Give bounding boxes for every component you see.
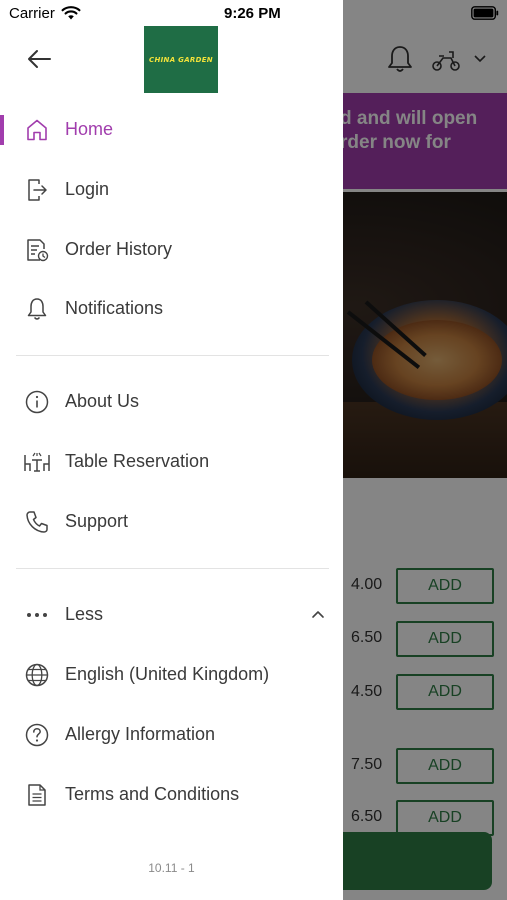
menu-item-language[interactable]: English (United Kingdom) [0,650,343,700]
logo-text: CHINA GARDEN [149,55,213,64]
table-icon [24,452,50,472]
side-drawer: CHINA GARDEN Home Login Order History No… [0,0,343,900]
menu-label-support: Support [65,511,129,531]
menu-item-order-history[interactable]: Order History [0,225,343,275]
menu-item-less[interactable]: Less [0,590,343,640]
globe-icon [25,663,49,687]
menu-label-home: Home [65,119,114,139]
app-version: 10.11 - 1 [148,861,195,875]
phone-icon [26,511,48,533]
menu-divider [16,355,329,356]
menu-item-support[interactable]: Support [0,497,343,547]
document-icon [28,784,46,806]
wifi-icon [61,6,81,20]
more-dots-icon [27,613,47,617]
menu-item-allergy-information[interactable]: Allergy Information [0,710,343,760]
menu-label-notifications: Notifications [65,298,164,318]
active-indicator [0,115,4,145]
info-icon [25,390,49,414]
status-bar: Carrier 9:26 PM [0,0,507,28]
menu-item-table-reservation[interactable]: Table Reservation [0,437,343,487]
menu-item-about-us[interactable]: About Us [0,377,343,427]
menu-label-language: English (United Kingdom) [65,664,270,684]
bell-icon [27,298,47,320]
clock-time: 9:26 PM [224,5,281,22]
menu-divider [16,568,329,569]
menu-item-login[interactable]: Login [0,165,343,215]
menu-label-about-us: About Us [65,391,140,411]
menu-label-table-reservation: Table Reservation [65,451,210,471]
restaurant-logo: CHINA GARDEN [144,26,218,93]
menu-label-login: Login [65,179,110,199]
chevron-up-icon [312,611,324,618]
menu-label-terms-and-conditions: Terms and Conditions [65,784,240,804]
menu-item-notifications[interactable]: Notifications [0,284,343,334]
carrier-label: Carrier [9,5,55,22]
back-arrow-icon[interactable] [24,44,54,74]
battery-icon [471,6,499,20]
menu-label-allergy-information: Allergy Information [65,724,216,744]
menu-label-order-history: Order History [65,239,173,259]
home-icon [27,119,47,141]
login-icon [28,179,47,201]
question-icon [25,723,49,747]
order-history-icon [27,239,49,262]
menu-item-terms-and-conditions[interactable]: Terms and Conditions [0,770,343,820]
menu-label-less: Less [65,604,104,624]
menu-item-home[interactable]: Home [0,105,343,155]
